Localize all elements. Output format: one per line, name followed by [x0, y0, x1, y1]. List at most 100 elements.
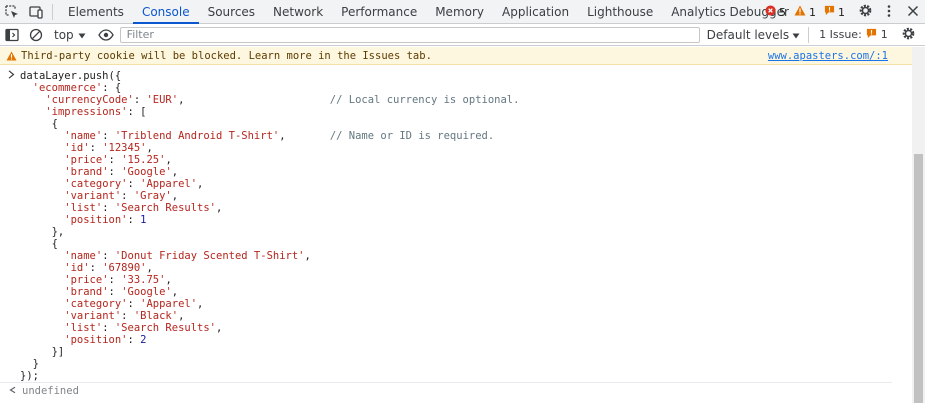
tab-console[interactable]: Console — [132, 0, 199, 24]
chevron-down-icon — [78, 28, 86, 42]
code-line: 'variant': 'Black', — [20, 310, 519, 322]
code-line: { — [20, 118, 519, 130]
code-line: 'category': 'Apparel', — [20, 298, 519, 310]
code-token: , — [146, 142, 153, 154]
warning-icon — [794, 5, 806, 19]
issue-counter[interactable]: 1 — [824, 5, 845, 19]
code-token: : — [102, 130, 115, 142]
code-token: '15.25' — [121, 154, 166, 166]
warning-icon — [6, 50, 17, 61]
tab-network[interactable]: Network — [264, 0, 332, 23]
tab-performance[interactable]: Performance — [332, 0, 426, 23]
code-token: , — [171, 166, 179, 178]
code-token: 1 — [140, 214, 147, 226]
live-expression-eye-icon[interactable] — [94, 23, 118, 47]
code-token: { — [20, 118, 58, 130]
code-token: 'category' — [64, 178, 128, 190]
code-token: : — [121, 190, 134, 202]
settings-button[interactable] — [854, 1, 876, 23]
code-token: : [ — [127, 106, 147, 118]
issue-icon — [866, 28, 877, 42]
console-input-code[interactable]: dataLayer.push({ 'ecommerce': { 'currenc… — [20, 70, 519, 382]
code-token: '67890' — [102, 262, 147, 274]
vertical-scrollbar[interactable] — [912, 47, 925, 403]
code-line: 'brand': 'Google', — [20, 166, 519, 178]
issue-icon — [824, 5, 835, 19]
inspect-element-icon[interactable] — [0, 0, 24, 24]
code-token: : — [89, 142, 103, 154]
code-line: dataLayer.push({ — [20, 70, 519, 82]
code-line: { — [20, 238, 519, 250]
expand-chevron-icon[interactable] — [8, 70, 15, 82]
warning-source-link[interactable]: www.apasters.com/:1 — [768, 50, 888, 62]
code-token: : — [127, 178, 141, 190]
code-token: 'Google' — [121, 166, 172, 178]
log-levels-dropdown[interactable]: Default levels — [707, 28, 800, 42]
more-options-button[interactable] — [878, 1, 900, 23]
code-token: , — [171, 190, 179, 202]
code-token: 'list' — [64, 202, 103, 214]
device-toolbar-icon[interactable] — [24, 0, 48, 24]
warning-counter[interactable]: 1 — [794, 5, 816, 19]
devtools-tabbar: Elements Console Sources Network Perform… — [0, 0, 925, 24]
close-devtools-button[interactable] — [902, 1, 924, 23]
result-value: undefined — [22, 385, 79, 397]
code-token: 'Search Results' — [114, 202, 217, 214]
sidebar-toggle-icon[interactable] — [0, 23, 24, 47]
console-settings-button[interactable] — [898, 24, 920, 46]
code-token: 'id' — [64, 262, 90, 274]
code-token: 'variant' — [64, 310, 122, 322]
code-token: dataLayer.push({ — [20, 70, 122, 82]
code-token: 'position' — [64, 214, 128, 226]
result-arrow-icon — [8, 385, 16, 397]
code-token: : — [121, 310, 134, 322]
code-token: , — [197, 178, 204, 190]
code-token: , — [171, 286, 179, 298]
filter-input[interactable] — [119, 26, 700, 43]
code-line: 'list': 'Search Results', — [20, 322, 519, 334]
context-selector[interactable]: top — [48, 28, 94, 42]
code-token: 'Google' — [121, 286, 172, 298]
tab-application[interactable]: Application — [493, 0, 578, 23]
code-line: 'brand': 'Google', — [20, 286, 519, 298]
code-token: 'variant' — [64, 190, 122, 202]
code-line: } — [20, 358, 519, 370]
code-token: 'Triblend Android T-Shirt' — [114, 130, 280, 142]
issues-button[interactable]: 1 Issue: 1 — [808, 26, 888, 43]
code-token: 'EUR' — [146, 94, 179, 106]
clear-console-icon[interactable] — [24, 23, 48, 47]
error-count: 5 — [779, 5, 786, 19]
code-line: 'id': '67890', — [20, 262, 519, 274]
code-token: : — [133, 94, 147, 106]
error-counter[interactable]: 5 — [765, 5, 786, 19]
chevron-down-icon — [792, 28, 800, 42]
tab-memory[interactable]: Memory — [426, 0, 493, 23]
code-token: 'name' — [64, 250, 103, 262]
gear-icon — [901, 26, 916, 44]
code-token: 'currencyCode' — [45, 94, 134, 106]
tab-elements[interactable]: Elements — [59, 0, 133, 23]
log-levels-label: Default levels — [706, 27, 790, 42]
code-token: 'Apparel' — [140, 178, 198, 190]
code-token: 'list' — [64, 322, 103, 334]
tab-sources[interactable]: Sources — [199, 0, 264, 23]
code-token: , — [146, 262, 153, 274]
tab-lighthouse[interactable]: Lighthouse — [578, 0, 662, 23]
code-line: }] — [20, 346, 519, 358]
code-token: 'brand' — [64, 286, 109, 298]
code-token: , — [197, 298, 204, 310]
issue-count: 1 — [838, 5, 845, 19]
scrollbar-thumb[interactable] — [914, 154, 923, 403]
close-icon — [907, 5, 919, 20]
